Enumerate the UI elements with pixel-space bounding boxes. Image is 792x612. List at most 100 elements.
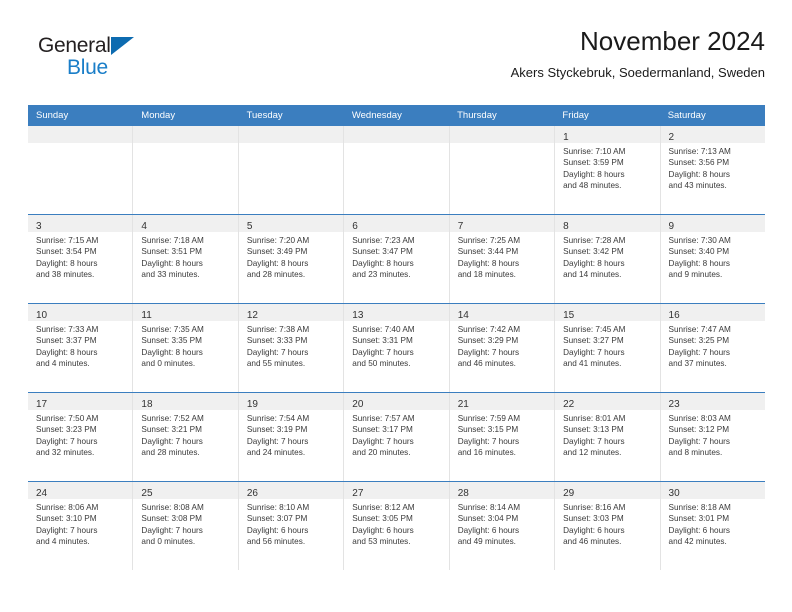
- calendar-day-cell[interactable]: 28 Sunrise: 8:14 AM Sunset: 3:04 PM Dayligh…: [449, 482, 556, 570]
- calendar-day-cell[interactable]: 27 Sunrise: 8:12 AM Sunset: 3:05 PM Dayligh…: [344, 482, 450, 570]
- day-number: 19: [246, 399, 258, 410]
- calendar-day-cell[interactable]: 8 Sunrise: 7:28 AM Sunset: 3:42 PM Daylight…: [555, 215, 661, 303]
- day-number: 11: [141, 310, 152, 321]
- day-number-band: 5: [238, 215, 344, 232]
- day-detail-line: and 56 minutes.: [246, 536, 306, 546]
- day-detail-line: Sunset: 3:05 PM: [352, 514, 413, 524]
- title-block: November 2024 Akers Styckebruk, Soederma…: [511, 24, 765, 83]
- day-detail-line: Daylight: 8 hours: [563, 258, 625, 268]
- calendar-day-cell-empty: [28, 126, 134, 214]
- day-detail-line: Sunset: 3:31 PM: [352, 336, 413, 346]
- brand-logo[interactable]: General Blue: [38, 34, 158, 86]
- calendar-day-cell-empty: [133, 126, 239, 214]
- day-number: 16: [668, 310, 680, 321]
- day-details: Sunrise: 7:50 AM Sunset: 3:23 PM Daylight:…: [28, 410, 132, 458]
- calendar-day-cell[interactable]: 25 Sunrise: 8:08 AM Sunset: 3:08 PM Dayligh…: [133, 482, 239, 570]
- day-details: Sunrise: 7:54 AM Sunset: 3:19 PM Daylight:…: [239, 410, 343, 458]
- calendar-day-cell[interactable]: 24 Sunrise: 8:06 AM Sunset: 3:10 PM Dayligh…: [28, 482, 134, 570]
- calendar-day-cell[interactable]: 20 Sunrise: 7:57 AM Sunset: 3:17 PM Dayligh…: [344, 393, 450, 481]
- day-detail-line: and 14 minutes.: [563, 269, 622, 279]
- day-detail-line: Sunrise: 7:20 AM: [246, 236, 310, 245]
- calendar-day-cell[interactable]: 7 Sunrise: 7:25 AM Sunset: 3:44 PM Daylight…: [449, 215, 556, 303]
- calendar-day-cell[interactable]: 5 Sunrise: 7:20 AM Sunset: 3:49 PM Daylight…: [238, 215, 345, 303]
- day-detail-line: Daylight: 8 hours: [352, 258, 414, 268]
- day-number-band: 17: [28, 393, 133, 410]
- calendar-week-row: 17 Sunrise: 7:50 AM Sunset: 3:23 PM Dayligh…: [28, 392, 765, 481]
- day-detail-line: Sunset: 3:49 PM: [246, 247, 308, 257]
- day-detail-line: Daylight: 8 hours: [141, 347, 203, 357]
- calendar-day-cell[interactable]: 10 Sunrise: 7:33 AM Sunset: 3:37 PM Dayligh…: [28, 304, 134, 392]
- calendar-day-cell[interactable]: 21 Sunrise: 7:59 AM Sunset: 3:15 PM Dayligh…: [449, 393, 556, 481]
- day-detail-line: and 33 minutes.: [141, 269, 200, 279]
- calendar-day-cell[interactable]: 14 Sunrise: 7:42 AM Sunset: 3:29 PM Dayligh…: [449, 304, 556, 392]
- calendar-day-cell[interactable]: 13 Sunrise: 7:40 AM Sunset: 3:31 PM Dayligh…: [344, 304, 450, 392]
- day-detail-line: and 41 minutes.: [563, 358, 622, 368]
- calendar-day-cell[interactable]: 6 Sunrise: 7:23 AM Sunset: 3:47 PM Daylight…: [344, 215, 450, 303]
- day-number-band: 3: [28, 215, 133, 232]
- day-number: 12: [246, 310, 258, 321]
- day-detail-line: Sunrise: 7:52 AM: [141, 414, 204, 423]
- day-detail-line: and 12 minutes.: [563, 447, 622, 457]
- calendar-day-cell[interactable]: 11 Sunrise: 7:35 AM Sunset: 3:35 PM Dayligh…: [133, 304, 239, 392]
- day-details: Sunrise: 8:03 AM Sunset: 3:12 PM Daylight:…: [661, 410, 765, 458]
- day-number-band: 29: [555, 482, 660, 499]
- day-details: Sunrise: 8:01 AM Sunset: 3:13 PM Daylight:…: [555, 410, 659, 458]
- day-detail-line: Sunset: 3:33 PM: [246, 336, 308, 346]
- day-detail-line: Sunrise: 8:12 AM: [352, 503, 415, 512]
- day-detail-line: and 18 minutes.: [457, 269, 516, 279]
- calendar-day-cell-empty: [344, 126, 450, 214]
- day-detail-line: Sunrise: 7:23 AM: [352, 236, 415, 245]
- day-detail-line: Sunset: 3:47 PM: [352, 247, 413, 257]
- day-of-week-header: Sunday: [36, 110, 69, 121]
- triangle-icon: [111, 37, 134, 55]
- calendar-day-cell[interactable]: 2 Sunrise: 7:13 AM Sunset: 3:56 PM Daylight…: [660, 126, 765, 214]
- day-number-band: 2: [660, 126, 765, 143]
- calendar-day-cell[interactable]: 22 Sunrise: 8:01 AM Sunset: 3:13 PM Dayligh…: [555, 393, 661, 481]
- calendar-day-cell-empty: [238, 126, 345, 214]
- day-number-band: 1: [555, 126, 660, 143]
- calendar-day-cell[interactable]: 1 Sunrise: 7:10 AM Sunset: 3:59 PM Daylight…: [555, 126, 661, 214]
- day-detail-line: Sunrise: 7:38 AM: [246, 325, 310, 334]
- day-detail-line: Sunrise: 7:18 AM: [141, 236, 204, 245]
- calendar-day-cell[interactable]: 17 Sunrise: 7:50 AM Sunset: 3:23 PM Dayligh…: [28, 393, 134, 481]
- day-number: 27: [352, 488, 364, 499]
- calendar-day-cell[interactable]: 19 Sunrise: 7:54 AM Sunset: 3:19 PM Dayligh…: [238, 393, 345, 481]
- day-detail-line: Daylight: 8 hours: [668, 169, 730, 179]
- day-number-band: 25: [133, 482, 238, 499]
- day-number-band: 14: [449, 304, 555, 321]
- day-detail-line: Sunset: 3:35 PM: [141, 336, 202, 346]
- day-details: Sunrise: 7:52 AM Sunset: 3:21 PM Daylight:…: [133, 410, 237, 458]
- day-detail-line: and 50 minutes.: [352, 358, 411, 368]
- calendar-day-cell[interactable]: 12 Sunrise: 7:38 AM Sunset: 3:33 PM Dayligh…: [238, 304, 345, 392]
- day-detail-line: and 0 minutes.: [141, 358, 196, 368]
- day-details: Sunrise: 7:13 AM Sunset: 3:56 PM Daylight:…: [661, 143, 765, 191]
- day-of-week-header: Monday: [141, 110, 176, 121]
- day-detail-line: and 46 minutes.: [457, 358, 516, 368]
- day-detail-line: and 53 minutes.: [352, 536, 411, 546]
- calendar-day-cell[interactable]: 30 Sunrise: 8:18 AM Sunset: 3:01 PM Dayligh…: [660, 482, 765, 570]
- day-detail-line: and 46 minutes.: [563, 536, 622, 546]
- calendar-day-cell[interactable]: 9 Sunrise: 7:30 AM Sunset: 3:40 PM Daylight…: [660, 215, 765, 303]
- calendar-day-cell[interactable]: 23 Sunrise: 8:03 AM Sunset: 3:12 PM Dayligh…: [660, 393, 765, 481]
- day-detail-line: Sunset: 3:12 PM: [668, 425, 730, 435]
- calendar-day-cell[interactable]: 4 Sunrise: 7:18 AM Sunset: 3:51 PM Daylight…: [133, 215, 239, 303]
- day-detail-line: and 43 minutes.: [668, 180, 727, 190]
- calendar-day-cell[interactable]: 15 Sunrise: 7:45 AM Sunset: 3:27 PM Dayligh…: [555, 304, 661, 392]
- day-number-band: 6: [344, 215, 449, 232]
- day-number-band: [449, 126, 555, 143]
- day-details: Sunrise: 7:45 AM Sunset: 3:27 PM Daylight:…: [555, 321, 659, 369]
- day-of-week-header: Tuesday: [246, 110, 283, 121]
- day-details: Sunrise: 7:59 AM Sunset: 3:15 PM Daylight:…: [450, 410, 554, 458]
- day-detail-line: Daylight: 7 hours: [352, 347, 414, 357]
- calendar-day-cell[interactable]: 3 Sunrise: 7:15 AM Sunset: 3:54 PM Daylight…: [28, 215, 134, 303]
- page-subtitle: Akers Styckebruk, Soedermanland, Sweden: [510, 65, 765, 80]
- day-details: Sunrise: 7:18 AM Sunset: 3:51 PM Daylight:…: [133, 232, 237, 280]
- day-number-band: [133, 126, 238, 143]
- day-details: Sunrise: 7:57 AM Sunset: 3:17 PM Daylight:…: [344, 410, 448, 458]
- calendar-day-cell[interactable]: 29 Sunrise: 8:16 AM Sunset: 3:03 PM Dayligh…: [555, 482, 661, 570]
- calendar-day-cell[interactable]: 16 Sunrise: 7:47 AM Sunset: 3:25 PM Dayligh…: [660, 304, 765, 392]
- calendar-day-cell[interactable]: 26 Sunrise: 8:10 AM Sunset: 3:07 PM Dayligh…: [238, 482, 345, 570]
- calendar-day-cell[interactable]: 18 Sunrise: 7:52 AM Sunset: 3:21 PM Dayligh…: [133, 393, 239, 481]
- calendar-week-row: 3 Sunrise: 7:15 AM Sunset: 3:54 PM Daylight…: [28, 214, 765, 303]
- day-of-week-header: Wednesday: [351, 110, 402, 121]
